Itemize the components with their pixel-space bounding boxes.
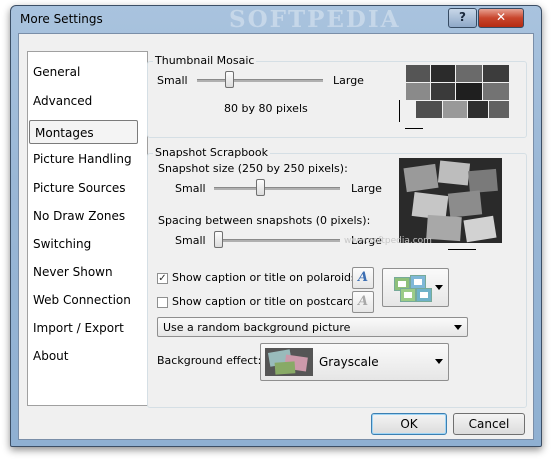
more-settings-window: More Settings SOFTPEDIA ? ✕ General Adva… <box>10 5 542 447</box>
snapshot-size-min-label: Small <box>175 182 206 195</box>
watermark-text: SOFTPEDIA <box>229 6 401 33</box>
mosaic-size-slider-thumb[interactable] <box>225 71 234 88</box>
scrapbook-preview-image <box>399 158 502 243</box>
sidebar-item-no-draw-zones[interactable]: No Draw Zones <box>28 204 147 228</box>
polaroid-font-button[interactable]: A <box>352 267 374 289</box>
horizontal-size-arrow-icon <box>405 128 423 129</box>
ok-button[interactable]: OK <box>371 413 447 435</box>
postcard-font-button[interactable]: A <box>352 291 374 313</box>
background-picture-select[interactable]: Use a random background picture <box>157 317 468 337</box>
sidebar-item-advanced[interactable]: Advanced <box>28 89 147 113</box>
mosaic-size-value: 80 by 80 pixels <box>224 102 308 115</box>
sidebar-item-montages[interactable]: Montages <box>29 120 138 144</box>
sidebar-item-never-shown[interactable]: Never Shown <box>28 260 147 284</box>
polaroid-caption-label[interactable]: Show caption or title on polaroids <box>172 271 357 284</box>
thumbnail-mosaic-group: Thumbnail Mosaic Small Large 80 by 80 pi… <box>147 55 527 138</box>
thumbnail-mosaic-title: Thumbnail Mosaic <box>153 54 257 67</box>
sidebar-item-general[interactable]: General <box>28 60 147 84</box>
polaroid-caption-checkbox[interactable]: ✓ <box>157 273 168 284</box>
category-list: General Advanced Montages Picture Handli… <box>27 51 148 406</box>
title-bar[interactable]: More Settings SOFTPEDIA ? ✕ <box>11 6 541 33</box>
close-button[interactable]: ✕ <box>478 8 524 28</box>
polaroid-frames-icon <box>390 273 434 303</box>
frame-style-dropdown[interactable] <box>382 268 449 307</box>
spacing-min-label: Small <box>175 234 206 247</box>
sidebar-item-import-export[interactable]: Import / Export <box>28 316 147 340</box>
spacing-label: Spacing between snapshots (0 pixels): <box>158 214 371 227</box>
sidebar-item-picture-sources[interactable]: Picture Sources <box>28 176 147 200</box>
mosaic-min-label: Small <box>157 74 188 87</box>
softpedia-url-watermark: www.softpedia.com <box>344 236 432 246</box>
chevron-down-icon <box>454 325 462 330</box>
chevron-down-icon <box>435 359 443 364</box>
sidebar-item-picture-handling[interactable]: Picture Handling <box>28 147 147 171</box>
help-button[interactable]: ? <box>448 8 477 28</box>
sidebar-item-switching[interactable]: Switching <box>28 232 147 256</box>
mosaic-preview-image <box>406 65 509 129</box>
background-effect-label: Background effect: <box>157 354 262 367</box>
postcard-caption-label[interactable]: Show caption or title on postcards <box>172 295 360 308</box>
cancel-button[interactable]: Cancel <box>453 413 525 435</box>
mosaic-max-label: Large <box>333 74 364 87</box>
spacing-slider-track[interactable] <box>214 239 340 242</box>
scrapbook-size-arrow-icon <box>448 249 476 250</box>
snapshot-size-label: Snapshot size (250 by 250 pixels): <box>158 162 348 175</box>
snapshot-size-slider-track[interactable] <box>214 187 340 190</box>
spacing-slider-thumb[interactable] <box>214 231 223 248</box>
vertical-size-arrow-icon <box>399 100 400 122</box>
postcard-caption-checkbox[interactable] <box>157 297 168 308</box>
snapshot-scrapbook-group: Snapshot Scrapbook Snapshot size (250 by… <box>147 147 527 408</box>
background-effect-value: Grayscale <box>319 355 379 369</box>
chevron-down-icon <box>435 285 443 290</box>
background-picture-value: Use a random background picture <box>163 321 351 334</box>
snapshot-size-max-label: Large <box>351 182 382 195</box>
window-title: More Settings <box>20 12 103 26</box>
mosaic-size-slider-track[interactable] <box>197 79 323 82</box>
snapshot-scrapbook-title: Snapshot Scrapbook <box>153 146 271 159</box>
dialog-client-area: General Advanced Montages Picture Handli… <box>18 33 534 440</box>
snapshot-size-slider-thumb[interactable] <box>256 179 265 196</box>
sidebar-item-web-connection[interactable]: Web Connection <box>28 288 147 312</box>
sidebar-item-about[interactable]: About <box>28 344 147 368</box>
grayscale-preview-icon <box>265 348 313 376</box>
background-effect-select[interactable]: Grayscale <box>260 343 449 381</box>
